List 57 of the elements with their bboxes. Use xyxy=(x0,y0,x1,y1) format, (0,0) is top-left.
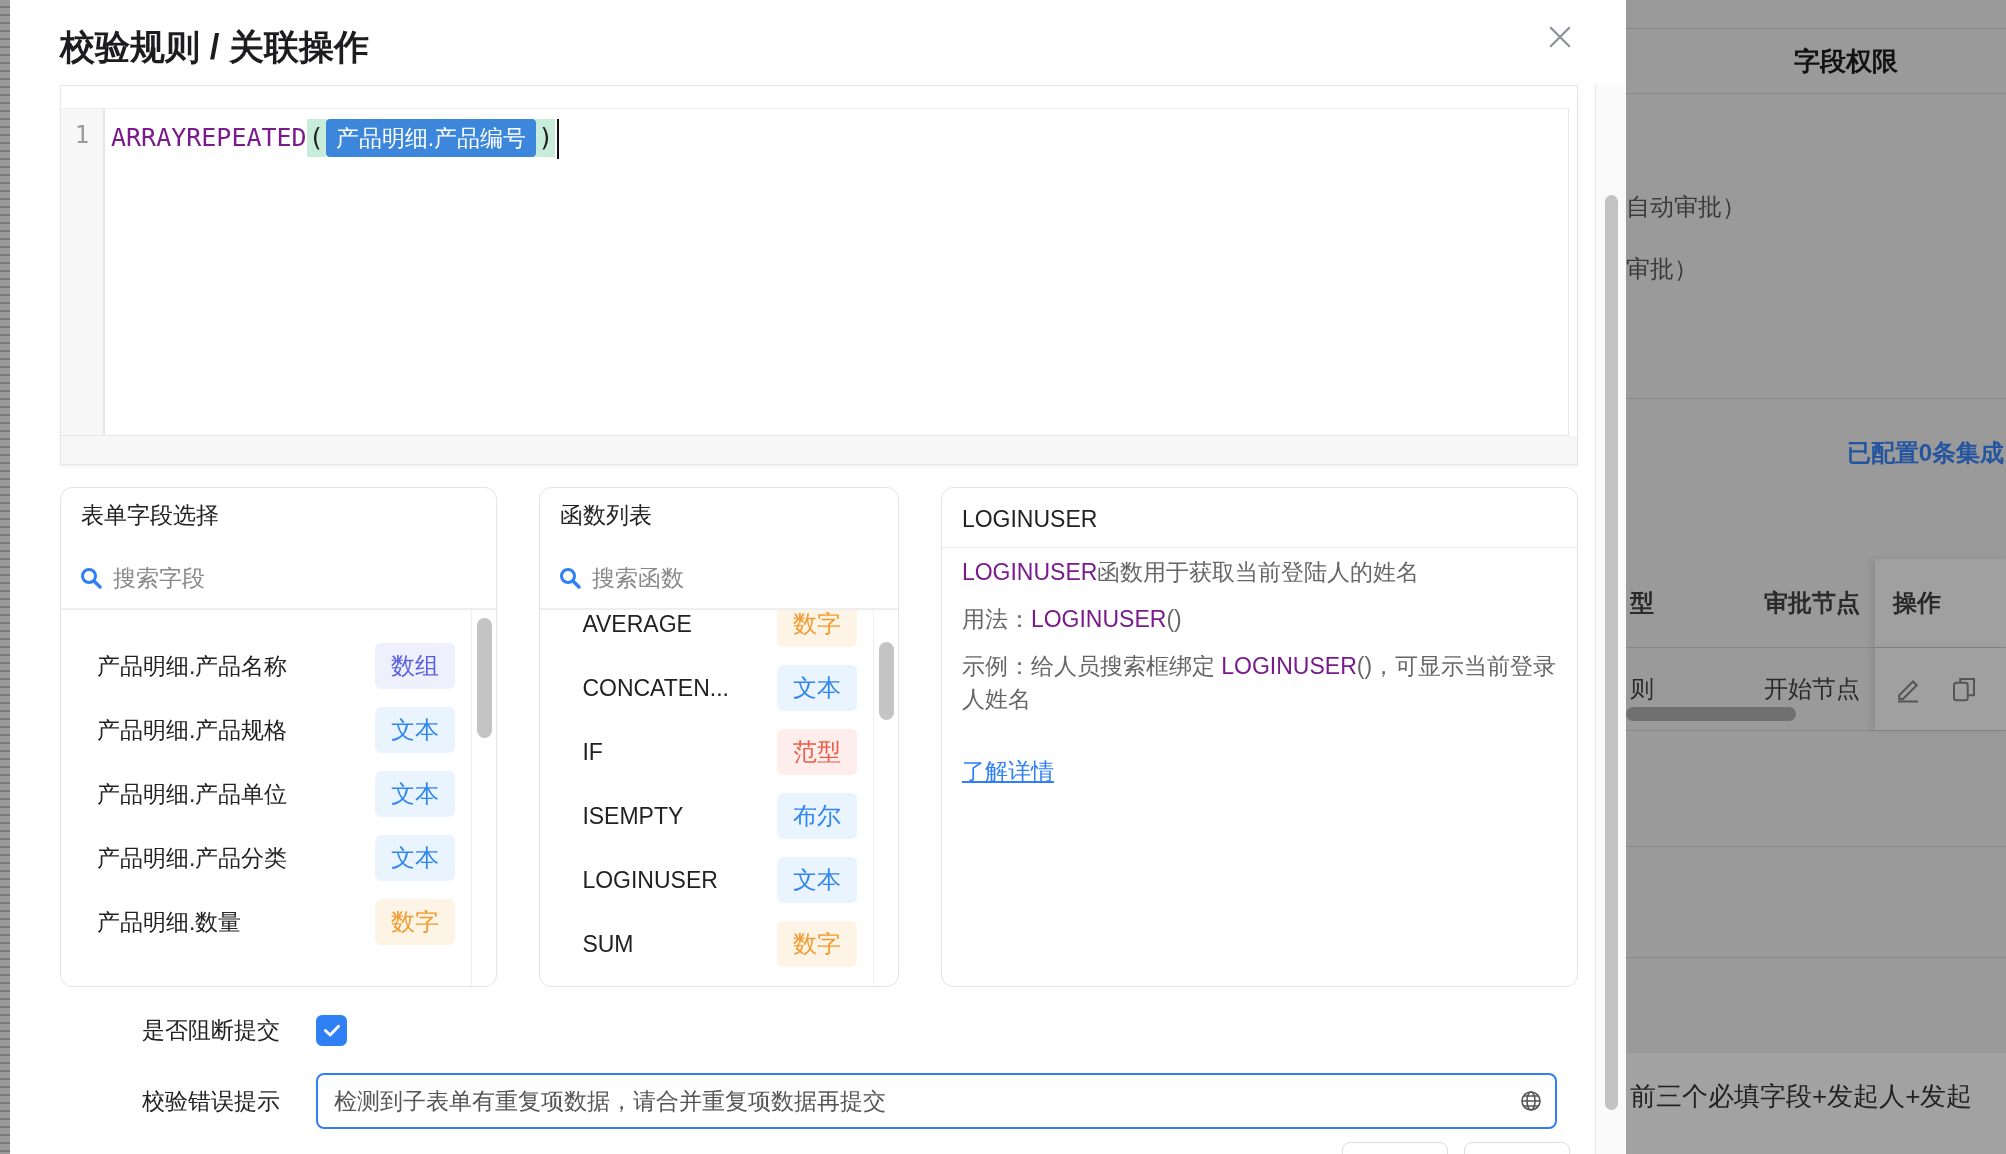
type-tag: 数字 xyxy=(375,899,456,945)
input-field[interactable]: 检测到子表单有重复项数据，请合并重复项数据再提交 xyxy=(316,1073,1557,1129)
panel-title: LOGINUSER xyxy=(941,488,1577,548)
description-text: LOGINUSER函数用于获取当前登陆人的姓名 xyxy=(961,558,1421,587)
function-item[interactable]: SUM 数字 xyxy=(582,912,857,976)
search-field[interactable]: 搜索函数 xyxy=(590,563,855,593)
type-tag: 文本 xyxy=(375,707,456,753)
type-tag: 文本 xyxy=(375,771,456,817)
type-tag: 文本 xyxy=(776,665,857,711)
checkbox[interactable] xyxy=(316,1014,347,1046)
type-tag: 文本 xyxy=(776,857,857,903)
formula-editor[interactable]: 1 ARRAYREPEATED( 产品明细.产品编号 ) xyxy=(60,85,1578,465)
table-cell-text: 则 xyxy=(1629,674,1655,704)
dialog-title: 校验规则 / 关联操作 xyxy=(60,26,370,68)
field-label: 校验错误提示 xyxy=(141,1086,281,1116)
type-tag: 布尔 xyxy=(776,793,857,839)
field-token: 产品明细.产品编号 xyxy=(325,119,537,157)
close-paren: ) xyxy=(536,119,556,157)
text-cursor xyxy=(557,119,560,159)
field-item[interactable]: 产品明细.产品分类 文本 xyxy=(97,826,456,890)
function-item[interactable]: IF 范型 xyxy=(582,720,857,784)
function-name: ARRAYREPEATED xyxy=(111,122,307,154)
field-label: 是否阻断提交 xyxy=(141,1015,281,1045)
search-icon xyxy=(79,566,103,590)
option-text: 自动审批） xyxy=(1626,192,1747,222)
type-tag: 数组 xyxy=(375,643,456,689)
column-header: 操作 xyxy=(1874,559,2006,647)
option-text: 审批） xyxy=(1626,254,1699,284)
search-icon xyxy=(558,566,583,590)
description-text: 前三个必填字段+发起人+发起 xyxy=(1630,1081,1973,1111)
learn-more-link[interactable]: 了解详情 xyxy=(961,756,1054,787)
description-text: 示例：给人员搜索框绑定 LOGINUSER()，可显示当前登录人姓名 xyxy=(961,652,1557,714)
type-tag: 范型 xyxy=(776,729,857,775)
globe-icon[interactable] xyxy=(1519,1089,1543,1113)
field-item[interactable]: 产品明细.数量 数字 xyxy=(97,890,456,954)
function-item[interactable]: LOGINUSER 文本 xyxy=(582,848,857,912)
panel-title: 函数列表 xyxy=(559,501,654,530)
type-tag: 文本 xyxy=(375,835,456,881)
field-item[interactable]: 产品明细.产品单位 文本 xyxy=(97,762,456,826)
column-header: 字段权限 xyxy=(1794,44,1898,78)
open-paren: ( xyxy=(306,119,326,157)
scrollbar[interactable] xyxy=(1595,85,1626,1154)
function-item[interactable]: AVERAGE 数字 xyxy=(582,610,857,656)
field-item[interactable]: 产品明细.产品名称 数组 xyxy=(97,634,456,698)
field-item[interactable]: 产品明细.产品规格 文本 xyxy=(97,698,456,762)
search-field[interactable]: 搜索字段 xyxy=(111,563,375,593)
panel-title: 表单字段选择 xyxy=(80,501,220,530)
table-cell-text: 开始节点 xyxy=(1763,674,1861,704)
column-header: 审批节点 xyxy=(1763,588,1861,618)
line-number: 1 xyxy=(74,120,90,151)
column-header: 型 xyxy=(1629,588,1655,618)
type-tag: 数字 xyxy=(776,921,857,967)
function-item[interactable]: CONCATEN... 文本 xyxy=(582,656,857,720)
scrollbar[interactable] xyxy=(1626,707,1796,721)
function-item[interactable]: ISEMPTY 布尔 xyxy=(582,784,857,848)
type-tag: 数字 xyxy=(776,610,857,647)
description-text: 用法：LOGINUSER() xyxy=(961,605,1183,634)
